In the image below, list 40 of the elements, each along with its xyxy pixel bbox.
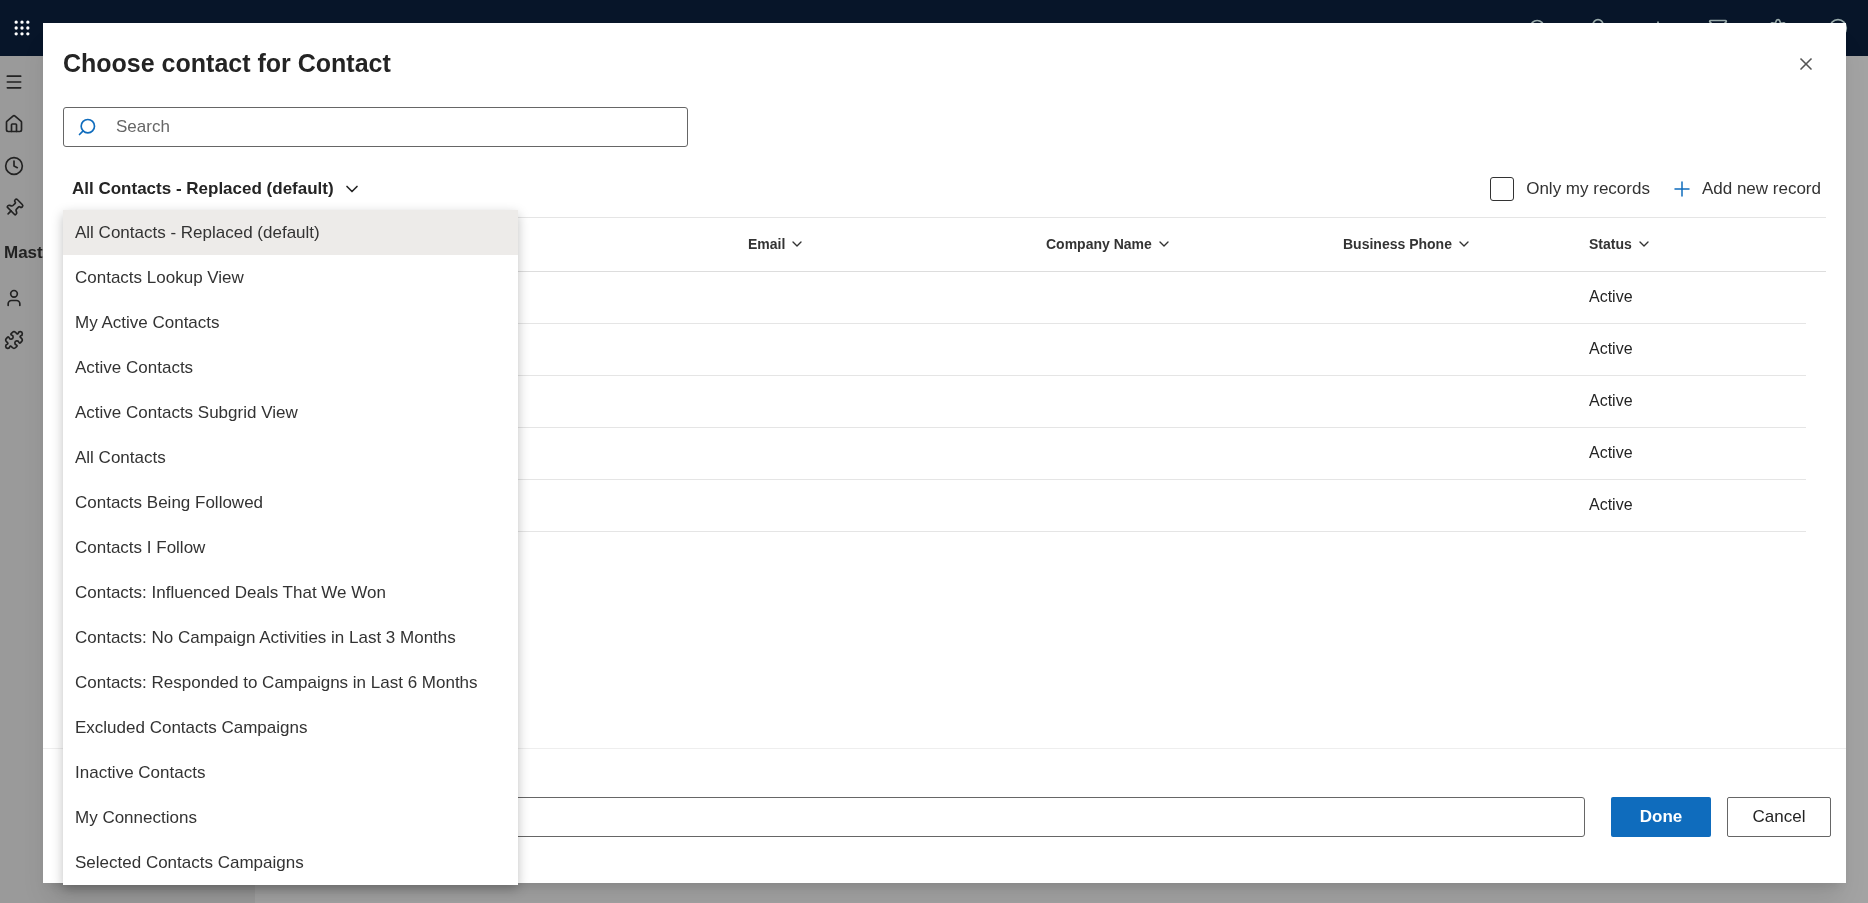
checkbox-label: Only my records [1526,177,1650,200]
view-menu-item[interactable]: Contacts I Follow [63,525,518,570]
view-menu-item[interactable]: All Contacts [63,435,518,480]
column-header[interactable]: Email [748,233,806,255]
column-header[interactable]: Business Phone [1343,233,1472,255]
view-selector[interactable]: All Contacts - Replaced (default) [72,175,362,202]
dialog-title: Choose contact for Contact [63,48,391,79]
status-cell-text: Active [1589,443,1634,463]
view-menu-item[interactable]: Contacts Lookup View [63,255,518,300]
cancel-button[interactable]: Cancel [1727,797,1831,837]
view-menu-item[interactable]: Contacts: Responded to Campaigns in Last 6 Months [63,660,518,705]
home-icon[interactable] [4,114,24,134]
status-cell-text: Active [1589,391,1634,411]
view-menu-item[interactable]: Selected Contacts Campaigns [63,840,518,885]
sidebar-section-label: Mast [4,242,44,264]
done-button[interactable]: Done [1611,797,1711,837]
clock-icon[interactable] [4,156,24,176]
status-cell-text: Active [1589,339,1634,359]
status-cell-text: Active [1589,287,1634,307]
view-menu-item[interactable]: My Connections [63,795,518,840]
view-menu-item[interactable]: Active Contacts [63,345,518,390]
view-menu-item[interactable]: Excluded Contacts Campaigns [63,705,518,750]
puzzle-icon[interactable] [4,329,24,350]
search-field[interactable]: Search [63,106,688,147]
view-menu-item[interactable]: Contacts: No Campaign Activities in Last 3 Months [63,615,518,660]
view-menu-item[interactable]: Contacts Being Followed [63,480,518,525]
column-header[interactable]: Company Name [1046,233,1172,255]
checkbox[interactable] [1490,176,1515,201]
search-icon [77,116,97,137]
add-new-record-button[interactable]: Add new record [1669,175,1821,202]
view-menu-item[interactable]: Contacts: Influenced Deals That We Won [63,570,518,615]
view-menu-item[interactable]: Active Contacts Subgrid View [63,390,518,435]
menu-icon[interactable] [4,72,24,92]
person-icon[interactable] [4,287,24,308]
status-cell-text: Active [1589,495,1634,515]
app-launcher-icon[interactable] [12,18,32,38]
view-menu-item[interactable]: Inactive Contacts [63,750,518,795]
view-menu-item[interactable]: My Active Contacts [63,300,518,345]
column-header[interactable]: Status [1589,233,1652,255]
view-menu-item[interactable]: All Contacts - Replaced (default) [63,210,518,255]
